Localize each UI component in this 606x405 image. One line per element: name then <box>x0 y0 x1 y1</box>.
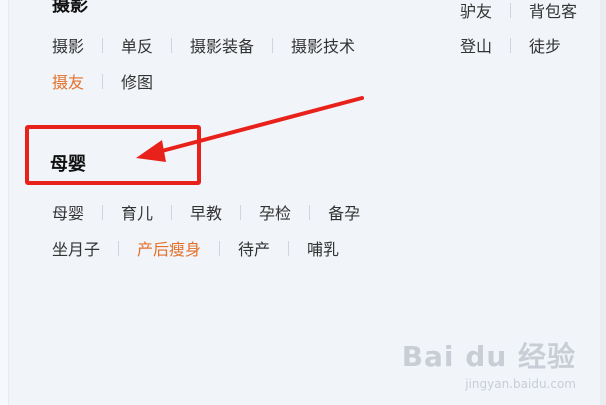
watermark-logo-text: Bai du 经验 <box>401 340 576 373</box>
watermark: Bai du 经验 jingyan.baidu.com <box>402 335 576 391</box>
watermark-url: jingyan.baidu.com <box>465 377 576 391</box>
watermark-logo: Bai du 经验 <box>402 335 576 375</box>
